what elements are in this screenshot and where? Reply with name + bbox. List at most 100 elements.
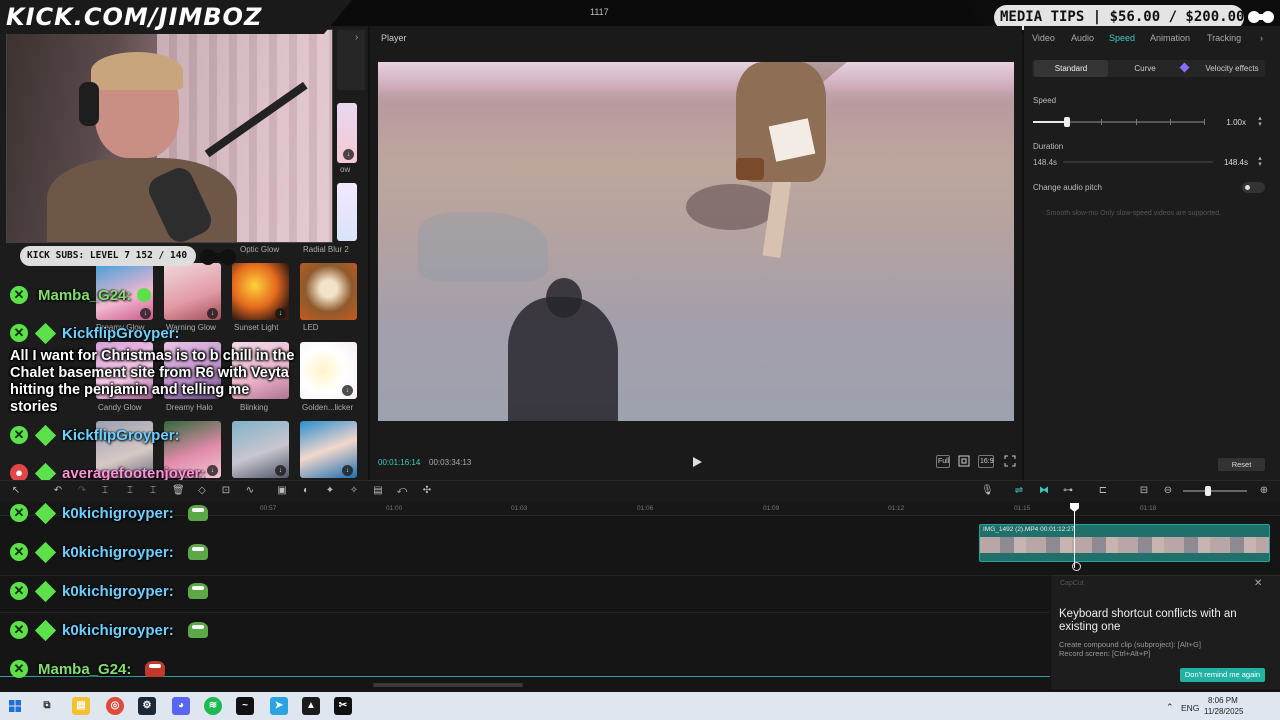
speed-curve-icon[interactable]: ∿ xyxy=(244,486,256,496)
crop-icon[interactable]: ⊡ xyxy=(220,486,232,496)
magnet-icon[interactable]: ⧓ xyxy=(1038,486,1050,496)
tab-tracking[interactable]: Tracking xyxy=(1207,33,1241,43)
download-icon[interactable]: ↓ xyxy=(275,308,286,319)
dont-remind-button[interactable]: Don't remind me again xyxy=(1180,668,1265,682)
spotify-icon[interactable]: ≋ xyxy=(204,697,222,715)
speed-stepper-icon[interactable]: ▴ ▾ xyxy=(1256,115,1264,128)
speed-tick xyxy=(1136,119,1137,125)
download-icon[interactable]: ↓ xyxy=(140,308,151,319)
link-icon[interactable]: ⇌ xyxy=(1013,486,1025,496)
app-icon[interactable]: ~ xyxy=(236,697,254,715)
zoom-fit-icon[interactable]: ⊟ xyxy=(1138,486,1150,496)
windows-start-icon[interactable] xyxy=(9,700,21,712)
playhead-handle[interactable] xyxy=(1072,562,1081,571)
telegram-icon[interactable]: ➤ xyxy=(270,697,288,715)
preview-axis-icon[interactable]: ⊏ xyxy=(1097,486,1109,496)
download-icon[interactable]: ↓ xyxy=(207,308,218,319)
microphone-icon[interactable]: 🎙 xyxy=(981,486,994,496)
link-clips-icon[interactable]: ⊶ xyxy=(1062,486,1074,496)
chat-line: ✕ k0kichigroyper: xyxy=(10,619,208,641)
split-icon[interactable]: ⌶ xyxy=(99,486,111,496)
zoom-slider-handle[interactable] xyxy=(1205,486,1211,496)
chat-line: ✕ k0kichigroyper: xyxy=(10,580,208,602)
close-icon[interactable]: ✕ xyxy=(1254,578,1262,589)
mode-curve[interactable]: Curve xyxy=(1110,60,1180,77)
keyframe-icon[interactable]: ✦ xyxy=(324,486,336,496)
split-right-icon[interactable]: ⌶ xyxy=(147,486,159,496)
auto-cut-icon[interactable]: ✣ xyxy=(421,486,433,496)
chat-line: ✕ KickflipGroyper: xyxy=(10,424,180,446)
chat-username: Mamba_G24: xyxy=(38,660,132,678)
media-thumb[interactable] xyxy=(337,183,357,241)
mode-standard[interactable]: Standard xyxy=(1034,60,1108,77)
task-view-icon[interactable]: ⧉ xyxy=(38,697,56,715)
tray-chevron-icon[interactable]: ⌃ xyxy=(1166,702,1174,713)
reset-button[interactable]: Reset xyxy=(1218,458,1265,471)
media-thumb-led[interactable] xyxy=(300,263,357,320)
language-indicator[interactable]: ENG xyxy=(1181,703,1199,713)
pitch-toggle[interactable] xyxy=(1242,182,1265,193)
play-icon[interactable] xyxy=(690,455,704,469)
zoom-out-icon[interactable]: ⊖ xyxy=(1162,486,1174,496)
mirror-icon[interactable]: ◐ xyxy=(300,486,312,496)
fullscreen-icon[interactable] xyxy=(1004,455,1016,467)
freeze-icon[interactable]: ▤ xyxy=(372,486,384,496)
clip-thumbnails xyxy=(980,537,1269,553)
redo-icon[interactable]: ↷ xyxy=(76,486,88,496)
duration-original: 148.4s xyxy=(1033,158,1058,167)
select-tool-icon[interactable]: ↖ xyxy=(10,486,22,496)
app-icon[interactable]: ▲ xyxy=(302,697,320,715)
chrome-icon[interactable]: ◎ xyxy=(106,697,124,715)
speed-slider-handle[interactable] xyxy=(1064,117,1070,127)
chat-badge-icon: ✕ xyxy=(10,426,28,444)
brand-text: KICK.COM/JIMBOZ xyxy=(6,3,263,31)
download-icon[interactable]: ↓ xyxy=(207,465,218,476)
tab-audio[interactable]: Audio xyxy=(1071,33,1094,43)
timeline-scrollbar[interactable] xyxy=(373,683,523,687)
speed-value[interactable]: 1.00x xyxy=(1216,118,1246,127)
steam-icon[interactable]: ⚙ xyxy=(138,697,156,715)
clock-date[interactable]: 11/28/2025 xyxy=(1204,707,1243,716)
duration-value[interactable]: 148.4s xyxy=(1218,158,1248,167)
reverse-icon[interactable]: ⤺ xyxy=(396,486,408,496)
split-left-icon[interactable]: ⌶ xyxy=(124,486,136,496)
playhead[interactable] xyxy=(1074,506,1075,568)
download-icon[interactable]: ↓ xyxy=(342,385,353,396)
chat-line: ✕ Mamba_G24: xyxy=(10,660,166,678)
caption-icon[interactable]: ▣ xyxy=(276,486,288,496)
undo-icon[interactable]: ↶ xyxy=(52,486,64,496)
clock-time[interactable]: 8:06 PM xyxy=(1208,696,1238,705)
capcut-icon[interactable]: ✂ xyxy=(334,697,352,715)
duration-bar xyxy=(1063,161,1213,163)
chevron-right-icon[interactable]: › xyxy=(1260,33,1263,43)
zoom-slider[interactable] xyxy=(1183,490,1247,492)
download-icon[interactable]: ↓ xyxy=(343,149,354,160)
fit-screen-icon[interactable] xyxy=(958,455,970,467)
toast-title: Keyboard shortcut conflicts with an exis… xyxy=(1059,608,1237,633)
mode-velocity-effects[interactable]: Velocity effects xyxy=(1186,60,1264,77)
full-quality-button[interactable]: Full xyxy=(936,455,950,468)
download-icon[interactable]: ↓ xyxy=(275,465,286,476)
ruler-label: 01:15 xyxy=(1014,505,1031,512)
duration-stepper-icon[interactable]: ▴ ▾ xyxy=(1256,155,1264,168)
aspect-ratio-button[interactable]: 16:9 xyxy=(978,455,994,468)
tab-video[interactable]: Video xyxy=(1032,33,1055,43)
chat-username: k0kichigroyper: xyxy=(62,621,174,639)
discord-icon[interactable]: ◕ xyxy=(172,697,190,715)
sub-badge-icon xyxy=(34,322,57,344)
download-icon[interactable]: ↓ xyxy=(342,465,353,476)
video-preview[interactable] xyxy=(378,62,1014,421)
video-camera-shadow xyxy=(508,297,618,421)
delete-icon[interactable]: 🗑 xyxy=(172,486,185,496)
chat-badge-icon: ✕ xyxy=(10,582,28,600)
shield-icon[interactable]: ◇ xyxy=(196,486,208,496)
zoom-in-icon[interactable]: ⊕ xyxy=(1258,486,1270,496)
file-explorer-icon[interactable]: ▤ xyxy=(72,697,90,715)
ruler-label: 01:06 xyxy=(637,505,654,512)
chevron-right-icon[interactable]: › xyxy=(355,32,358,43)
tab-speed[interactable]: Speed xyxy=(1109,33,1135,43)
tab-animation[interactable]: Animation xyxy=(1150,33,1190,43)
media-label: Radial Blur 2 xyxy=(303,245,349,254)
magic-icon[interactable]: ✧ xyxy=(348,486,360,496)
chat-line: ✕ k0kichigroyper: xyxy=(10,541,208,563)
